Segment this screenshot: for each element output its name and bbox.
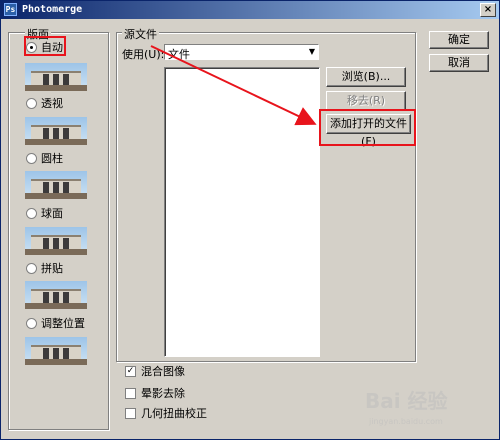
annotation-arrow — [150, 45, 317, 126]
photomerge-dialog: Ps Photomerge × 版面 自动 透视 圆柱 球面 拼贴 调整位置 源… — [0, 0, 500, 440]
watermark-url: jingyan.baidu.com — [369, 417, 443, 426]
watermark-text: Bai 经验 — [365, 389, 448, 413]
baidu-watermark: Bai 经验 jingyan.baidu.com — [361, 385, 491, 433]
